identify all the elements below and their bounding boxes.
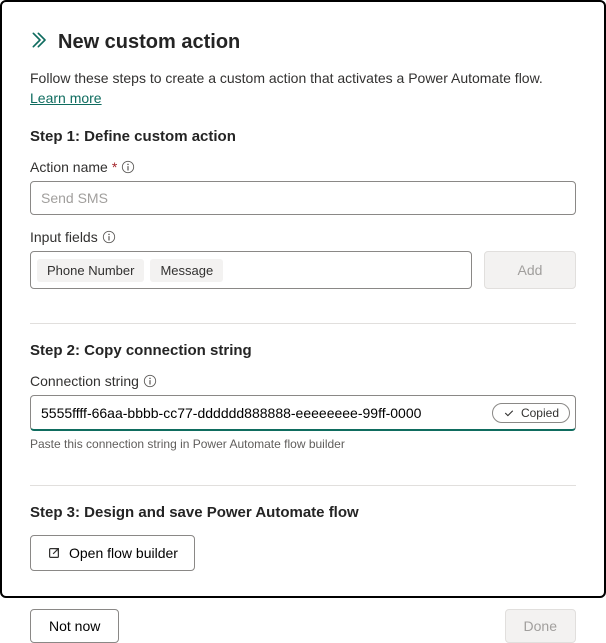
required-indicator: *	[112, 159, 117, 175]
step-3-title: Step 3: Design and save Power Automate f…	[30, 504, 576, 521]
info-icon[interactable]	[143, 374, 157, 388]
check-icon	[503, 407, 515, 419]
connection-string-helper: Paste this connection string in Power Au…	[30, 437, 576, 451]
dialog-header: New custom action	[30, 30, 576, 55]
not-now-button[interactable]: Not now	[30, 609, 119, 643]
copied-button[interactable]: Copied	[492, 403, 570, 423]
done-button: Done	[505, 609, 576, 643]
connection-string-label: Connection string	[30, 373, 576, 389]
tag-message[interactable]: Message	[150, 259, 223, 282]
info-icon[interactable]	[102, 230, 116, 244]
intro-text: Follow these steps to create a custom ac…	[30, 69, 576, 108]
tag-phone-number[interactable]: Phone Number	[37, 259, 144, 282]
divider	[30, 323, 576, 324]
new-custom-action-dialog: New custom action Follow these steps to …	[0, 0, 606, 598]
action-name-input[interactable]	[30, 181, 576, 215]
action-icon	[30, 30, 50, 55]
action-name-label: Action name *	[30, 159, 576, 175]
info-icon[interactable]	[121, 160, 135, 174]
divider	[30, 485, 576, 486]
step-2-section: Step 2: Copy connection string Connectio…	[30, 342, 576, 451]
step-1-title: Step 1: Define custom action	[30, 128, 576, 145]
input-fields-tags[interactable]: Phone Number Message	[30, 251, 472, 289]
dialog-title: New custom action	[58, 31, 240, 54]
input-fields-label: Input fields	[30, 229, 576, 245]
dialog-footer: Not now Done	[30, 589, 576, 643]
step-3-section: Step 3: Design and save Power Automate f…	[30, 504, 576, 571]
open-external-icon	[47, 546, 61, 560]
add-button: Add	[484, 251, 576, 289]
step-1-section: Step 1: Define custom action Action name…	[30, 128, 576, 289]
step-2-title: Step 2: Copy connection string	[30, 342, 576, 359]
learn-more-link[interactable]: Learn more	[30, 90, 102, 106]
open-flow-builder-button[interactable]: Open flow builder	[30, 535, 195, 571]
